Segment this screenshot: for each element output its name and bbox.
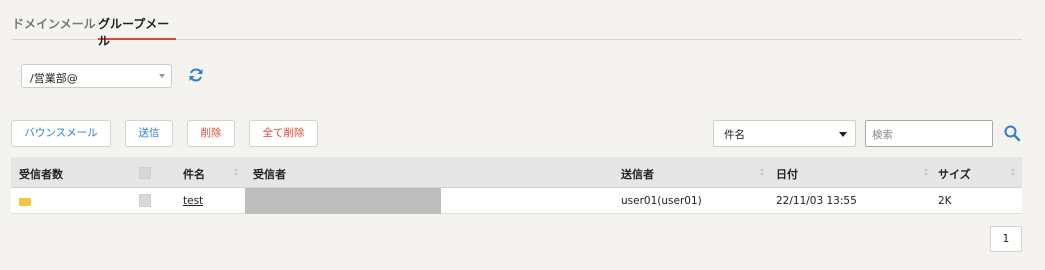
chevron-down-icon	[839, 132, 847, 137]
delete-all-button[interactable]: 全て削除	[249, 120, 318, 147]
mail-type-tabs: ドメインメール グループメール	[12, 0, 1022, 48]
search-input[interactable]: 検索	[865, 120, 993, 147]
sort-arrow-icon[interactable]	[924, 168, 929, 177]
header-size[interactable]: サイズ	[938, 166, 971, 182]
sort-arrow-icon[interactable]	[760, 168, 765, 177]
header-subject[interactable]: 件名	[183, 166, 205, 182]
mail-table: 受信者数 件名 受信者 送信者 日付 サイズ test user01(user0…	[11, 157, 1022, 214]
refresh-icon[interactable]	[188, 67, 204, 83]
row-checkbox[interactable]	[139, 194, 151, 207]
subject-link[interactable]: test	[183, 195, 203, 207]
mailbox-select[interactable]: /営業部@	[21, 64, 172, 88]
search-icon[interactable]	[1003, 124, 1021, 142]
bounce-mail-button[interactable]: バウンスメール	[11, 120, 111, 147]
date-cell: 22/11/03 13:55	[776, 195, 857, 207]
tab-domain-mail[interactable]: ドメインメール	[12, 15, 96, 32]
header-recipient[interactable]: 受信者	[253, 166, 286, 182]
send-button[interactable]: 送信	[125, 120, 173, 147]
header-recipient-count[interactable]: 受信者数	[19, 166, 63, 182]
page-button-1[interactable]: 1	[990, 226, 1022, 252]
table-header: 受信者数 件名 受信者 送信者 日付 サイズ	[11, 157, 1022, 188]
select-all-checkbox[interactable]	[139, 167, 151, 179]
sort-arrow-icon[interactable]	[234, 168, 239, 177]
header-date[interactable]: 日付	[776, 166, 798, 182]
envelope-icon	[19, 198, 31, 206]
redacted-recipient	[245, 188, 441, 214]
chevron-down-icon	[159, 74, 165, 78]
size-cell: 2K	[938, 195, 952, 207]
sender-cell: user01(user01)	[621, 195, 702, 207]
mailbox-select-value: /営業部@	[30, 72, 78, 85]
search-field-select-value: 件名	[724, 129, 745, 141]
header-sender[interactable]: 送信者	[621, 166, 654, 182]
sort-arrow-icon[interactable]	[1011, 168, 1016, 177]
delete-button[interactable]: 削除	[187, 120, 235, 147]
table-row[interactable]: test user01(user01) 22/11/03 13:55 2K	[11, 188, 1022, 214]
tab-group-mail[interactable]: グループメール	[98, 15, 176, 48]
search-field-select[interactable]: 件名	[713, 120, 856, 147]
